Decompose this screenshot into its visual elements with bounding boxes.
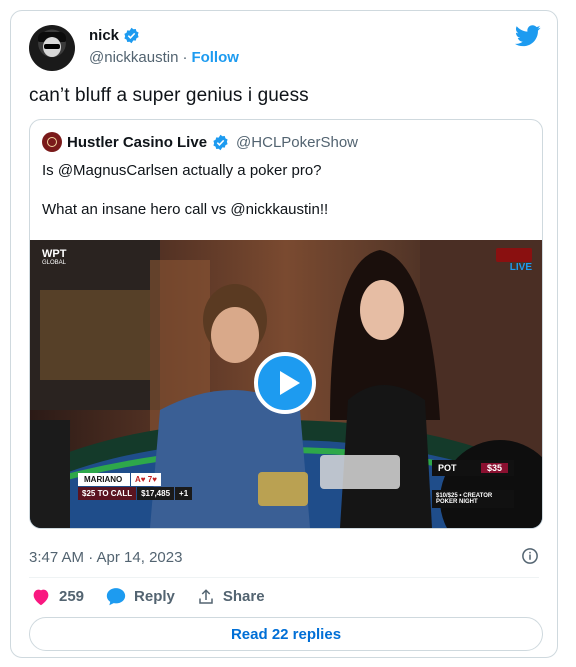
like-button[interactable]: 259 — [31, 588, 84, 606]
like-count: 259 — [59, 588, 85, 605]
pot-overlay: POT $35 $10/$25 • CREATOR POKER NIGHT — [432, 460, 514, 508]
author-display-name[interactable]: nick — [89, 27, 119, 44]
player-cards: A♥ 7♥ — [131, 473, 161, 486]
player-info-overlay: MARIANO A♥ 7♥ $25 TO CALL $17,485 +1 — [78, 473, 193, 500]
share-button[interactable]: Share — [197, 588, 265, 606]
hcl-live-logo: LIVE — [496, 248, 532, 273]
quoted-author-avatar[interactable] — [42, 132, 62, 152]
quoted-author-row: Hustler Casino Live @HCLPokerShow — [42, 132, 358, 152]
author-handle-row: @nickkaustin · Follow — [89, 49, 239, 66]
player-name: MARIANO — [78, 473, 130, 486]
pot-label: POT — [438, 463, 457, 473]
twitter-bird-icon[interactable] — [515, 25, 541, 47]
info-icon[interactable] — [521, 547, 539, 565]
wpt-logo: WPT GLOBAL — [42, 248, 67, 266]
action-bar: 259 Reply Share — [31, 587, 287, 606]
tweet-timestamp[interactable]: 3:47 AM · Apr 14, 2023 — [29, 549, 182, 566]
quoted-text-line-2: What an insane hero call vs @nickkaustin… — [42, 201, 329, 218]
reply-button[interactable]: Reply — [106, 587, 175, 606]
stakes-text: $10/$25 • CREATOR POKER NIGHT — [432, 490, 514, 508]
tweet-card: nick @nickkaustin · Follow can’t bluff a… — [10, 10, 558, 658]
player-stack: $17,485 — [137, 487, 175, 500]
quoted-text-line-1: Is @MagnusCarlsen actually a poker pro? — [42, 162, 322, 179]
author-avatar[interactable] — [29, 25, 75, 71]
quoted-handle[interactable]: @HCLPokerShow — [236, 134, 358, 151]
to-call-amount: $25 TO CALL — [78, 487, 137, 500]
share-label: Share — [222, 588, 265, 605]
play-button[interactable] — [254, 352, 316, 414]
quoted-display-name[interactable]: Hustler Casino Live — [67, 134, 207, 151]
follow-button[interactable]: Follow — [191, 49, 239, 66]
tweet-text: can’t bluff a super genius i guess — [29, 85, 309, 106]
quoted-tweet[interactable]: Hustler Casino Live @HCLPokerShow Is @Ma… — [29, 119, 543, 529]
verified-badge-icon — [212, 134, 229, 151]
share-icon — [197, 588, 215, 606]
verified-badge-icon — [123, 27, 140, 44]
divider — [29, 577, 539, 578]
video-player[interactable]: WPT GLOBAL LIVE MARIANO A♥ 7♥ $25 TO CAL… — [30, 240, 542, 528]
pot-amount: $35 — [480, 463, 508, 473]
author-handle[interactable]: @nickkaustin — [89, 49, 178, 66]
reply-label: Reply — [134, 588, 175, 605]
read-replies-button[interactable]: Read 22 replies — [29, 617, 543, 651]
stack-delta: +1 — [175, 487, 193, 500]
heart-icon — [31, 588, 51, 606]
author-name-row: nick — [89, 27, 140, 44]
reply-bubble-icon — [106, 587, 126, 606]
separator-dot: · — [182, 49, 188, 66]
